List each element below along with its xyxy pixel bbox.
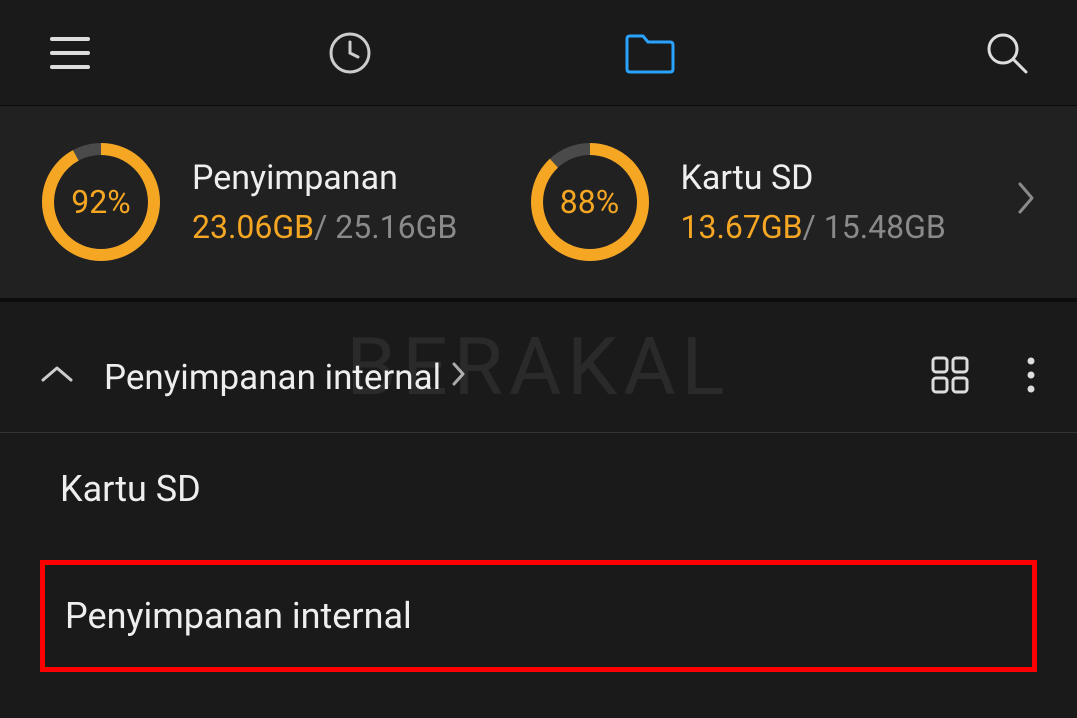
search-icon <box>983 29 1031 77</box>
storage-usage-sd: 13.67GB/ 15.48GB <box>681 208 946 246</box>
more-options-button[interactable] <box>1025 355 1037 399</box>
tab-recent[interactable] <box>320 23 380 83</box>
storage-total-internal: 25.16GB <box>335 208 457 246</box>
storage-title-internal: Penyimpanan <box>192 158 457 198</box>
clock-icon <box>327 30 373 76</box>
storage-card-sd[interactable]: 88% Kartu SD 13.67GB/ 15.48GB <box>529 141 1018 263</box>
storage-used-internal: 23.06GB <box>192 208 314 246</box>
storage-percent-sd: 88% <box>529 141 651 263</box>
chevron-up-icon <box>40 365 74 385</box>
option-label: Penyimpanan internal <box>65 595 412 637</box>
breadcrumb-toolbar: Penyimpanan internal <box>0 322 1077 433</box>
chevron-right-icon <box>1017 181 1037 215</box>
storage-option-sd[interactable]: Kartu SD <box>0 433 1077 545</box>
storage-summary[interactable]: 92% Penyimpanan 23.06GB/ 25.16GB 88% Kar… <box>0 105 1077 302</box>
storage-detail-arrow[interactable] <box>1017 181 1037 224</box>
storage-usage-internal: 23.06GB/ 25.16GB <box>192 208 457 246</box>
search-button[interactable] <box>977 23 1037 83</box>
hamburger-icon <box>48 31 92 75</box>
storage-total-sd: 15.48GB <box>824 208 946 246</box>
storage-option-internal[interactable]: Penyimpanan internal <box>40 560 1037 672</box>
storage-used-sd: 13.67GB <box>681 208 803 246</box>
chevron-right-icon <box>451 360 467 395</box>
option-label: Kartu SD <box>60 468 201 510</box>
storage-card-internal[interactable]: 92% Penyimpanan 23.06GB/ 25.16GB <box>40 141 529 263</box>
folder-icon <box>624 31 676 75</box>
menu-button[interactable] <box>40 23 100 83</box>
storage-title-sd: Kartu SD <box>681 158 946 198</box>
collapse-button[interactable] <box>40 365 74 389</box>
storage-ring-sd: 88% <box>529 141 651 263</box>
storage-percent-internal: 92% <box>40 141 162 263</box>
storage-ring-internal: 92% <box>40 141 162 263</box>
top-bar <box>0 0 1077 105</box>
breadcrumb-label: Penyimpanan internal <box>104 357 441 398</box>
tab-files[interactable] <box>620 23 680 83</box>
breadcrumb-current[interactable]: Penyimpanan internal <box>104 357 467 398</box>
grid-icon <box>930 355 970 395</box>
view-grid-button[interactable] <box>930 355 970 399</box>
more-vertical-icon <box>1025 355 1037 395</box>
